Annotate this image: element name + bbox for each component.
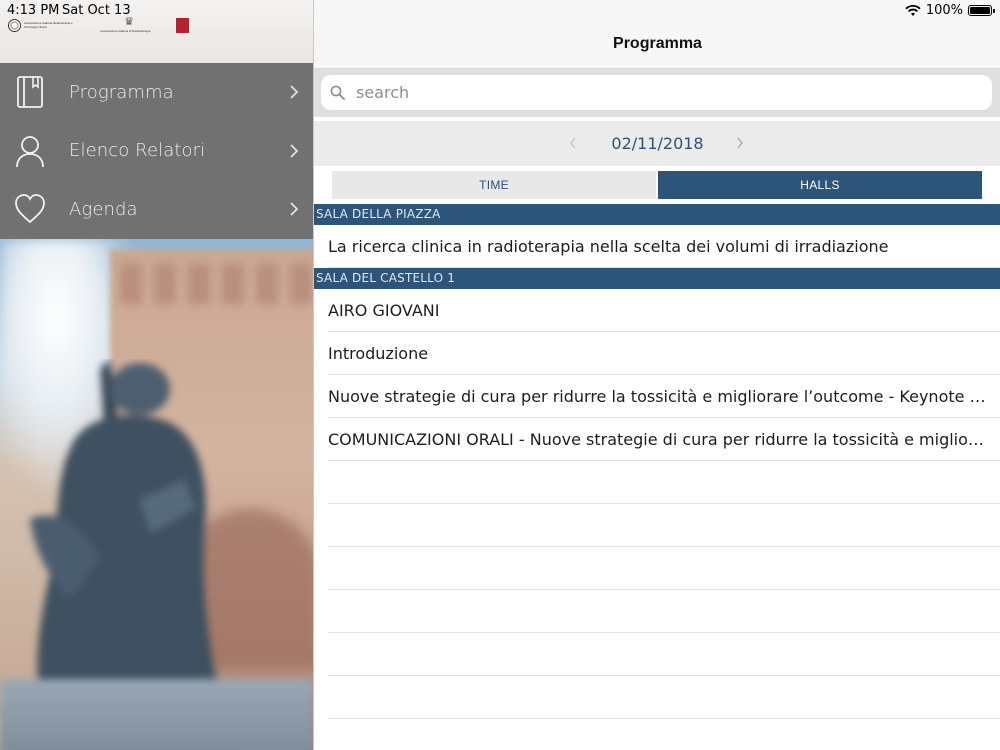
section-header-sala-della-piazza: SALA DELLA PIAZZA xyxy=(314,204,1000,225)
search-field[interactable] xyxy=(321,75,992,110)
seal-icon xyxy=(8,18,21,32)
date-navigator: 02/11/2018 xyxy=(314,121,1000,166)
search-bar xyxy=(314,69,1000,117)
empty-row xyxy=(328,676,1000,719)
status-indicators: 100% xyxy=(905,3,995,18)
heart-icon xyxy=(15,194,45,224)
tab-time[interactable]: TIME xyxy=(332,171,656,199)
list-item[interactable]: La ricerca clinica in radioterapia nella… xyxy=(328,225,1000,268)
current-date: 02/11/2018 xyxy=(611,134,704,153)
next-date-button[interactable] xyxy=(735,135,745,151)
sidebar-item-label: Programma xyxy=(69,81,174,103)
sidebar: Associazione Italiana Radioterapia e Onc… xyxy=(0,0,313,750)
battery-percent: 100% xyxy=(925,3,963,18)
status-time: 4:13 PM xyxy=(7,3,60,18)
status-date: Sat Oct 13 xyxy=(62,3,131,18)
search-icon xyxy=(330,85,345,100)
list-item[interactable]: AIRO GIOVANI xyxy=(328,289,1000,332)
empty-row xyxy=(328,590,1000,633)
chevron-right-icon xyxy=(290,85,299,99)
sidebar-item-programma[interactable]: Programma xyxy=(0,63,313,122)
battery-icon xyxy=(968,5,995,16)
sidebar-item-label: Agenda xyxy=(69,198,138,220)
empty-row xyxy=(328,547,1000,590)
page-title: Programma xyxy=(613,35,702,52)
chevron-right-icon xyxy=(290,144,299,158)
segmented-control: TIME HALLS xyxy=(332,171,982,199)
airo-logo: Associazione Italiana Radioterapia e Onc… xyxy=(8,18,82,32)
list-item[interactable]: Nuove strategie di cura per ridurre la t… xyxy=(328,375,1000,418)
person-icon xyxy=(16,135,44,167)
wifi-icon xyxy=(905,4,921,16)
book-icon xyxy=(17,76,43,109)
radiobiology-logo-text: Associazione Italiana di Radiobiologia xyxy=(100,29,151,33)
sidebar-item-agenda[interactable]: Agenda xyxy=(0,180,313,239)
section-header-sala-del-castello-1: SALA DEL CASTELLO 1 xyxy=(314,268,1000,289)
list-item[interactable]: COMUNICAZIONI ORALI - Nuove strategie di… xyxy=(328,418,1000,461)
main-panel: Programma 02/11/2018 TIME HALLS SALA DEL… xyxy=(313,0,1000,750)
search-input[interactable] xyxy=(356,75,976,110)
background-photo xyxy=(0,239,313,750)
view-mode-control: TIME HALLS xyxy=(314,166,1000,204)
empty-row xyxy=(328,504,1000,547)
sidebar-item-label: Elenco Relatori xyxy=(69,140,206,162)
status-bar: 4:13 PM Sat Oct 13 100% xyxy=(0,0,1000,20)
sidebar-item-elenco-relatori[interactable]: Elenco Relatori xyxy=(0,122,313,181)
chevron-right-icon xyxy=(290,202,299,217)
empty-row xyxy=(328,633,1000,676)
list-item[interactable]: Introduzione xyxy=(328,332,1000,375)
sidebar-menu: Programma Elenco Relatori Agenda xyxy=(0,63,313,239)
airo-logo-text: Associazione Italiana Radioterapia e Onc… xyxy=(24,21,73,29)
empty-row xyxy=(328,461,1000,504)
tab-halls[interactable]: HALLS xyxy=(658,171,982,199)
